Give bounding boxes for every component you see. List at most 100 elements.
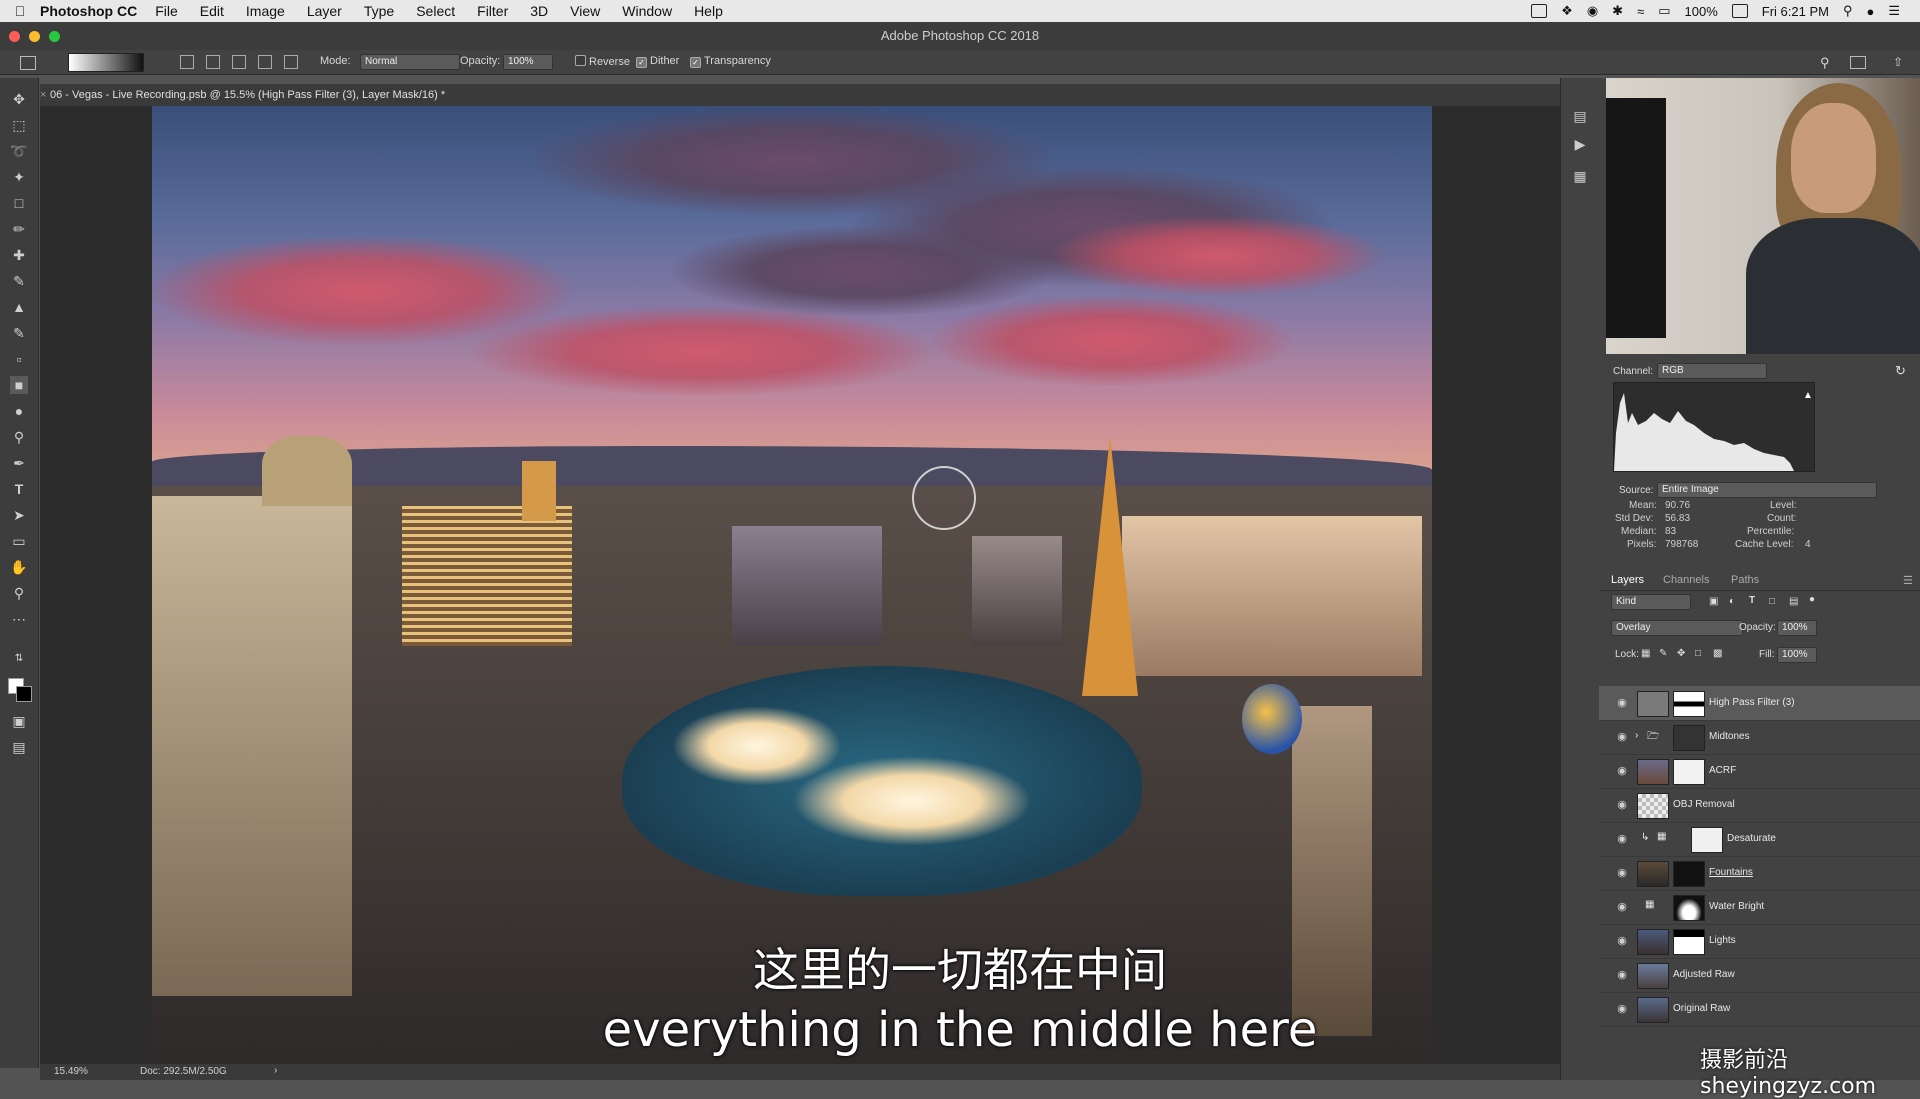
apple-menu-icon[interactable]:  <box>0 3 40 19</box>
layer-name[interactable]: Water Bright <box>1709 901 1764 912</box>
lock-position-icon[interactable]: ✥ <box>1677 648 1685 659</box>
layer-name[interactable]: Original Raw <box>1673 1003 1730 1014</box>
user-avatar-icon[interactable]: ● <box>1866 4 1874 19</box>
menu-view[interactable]: View <box>570 3 600 19</box>
refresh-histogram-icon[interactable]: ↻ <box>1895 363 1906 379</box>
quick-mask-icon[interactable]: ▣ <box>10 712 28 730</box>
layer-name[interactable]: ACRF <box>1709 765 1736 776</box>
layer-name[interactable]: OBJ Removal <box>1673 799 1735 810</box>
tab-paths[interactable]: Paths <box>1731 574 1759 586</box>
properties-panel-icon[interactable]: ▦ <box>1572 168 1588 184</box>
layer-row[interactable]: ◉ ↳ ▦ Desaturate <box>1599 822 1920 857</box>
actions-play-icon[interactable]: ▶ <box>1572 136 1588 152</box>
channel-select[interactable]: RGB <box>1657 363 1767 379</box>
visibility-eye-icon[interactable]: ◉ <box>1615 798 1629 812</box>
angle-gradient-button[interactable] <box>232 55 246 69</box>
background-color-swatch[interactable] <box>16 686 32 702</box>
menu-image[interactable]: Image <box>246 3 285 19</box>
eyedropper-tool-icon[interactable]: ✏ <box>10 220 28 238</box>
layer-name[interactable]: High Pass Filter (3) <box>1709 697 1795 708</box>
visibility-eye-icon[interactable]: ◉ <box>1615 730 1629 744</box>
swap-colors-icon[interactable]: ⇅ <box>10 650 28 668</box>
display-icon[interactable]: ▭ <box>1658 3 1670 19</box>
layer-row[interactable]: ◉ ACRF <box>1599 754 1920 789</box>
zoom-tool-icon[interactable]: ⚲ <box>10 584 28 602</box>
layer-row[interactable]: ◉ Fountains <box>1599 856 1920 891</box>
canvas-area[interactable] <box>40 106 1560 1068</box>
layer-name[interactable]: Lights <box>1709 935 1736 946</box>
menu-layer[interactable]: Layer <box>307 3 342 19</box>
type-tool-icon[interactable]: T <box>10 480 28 498</box>
menu-edit[interactable]: Edit <box>200 3 224 19</box>
layer-row[interactable]: ◉ ▦ Water Bright <box>1599 890 1920 925</box>
layer-mask-thumbnail[interactable] <box>1673 759 1705 785</box>
dither-checkbox[interactable]: ✓ <box>636 57 647 68</box>
clone-stamp-tool-icon[interactable]: ▲ <box>10 298 28 316</box>
reflected-gradient-button[interactable] <box>258 55 272 69</box>
menu-3d[interactable]: 3D <box>530 3 548 19</box>
zoom-level[interactable]: 15.49% <box>54 1066 88 1077</box>
filter-kind-select[interactable]: Kind <box>1611 594 1691 610</box>
creative-cloud-icon[interactable]: ◉ <box>1587 3 1598 19</box>
transparency-option[interactable]: ✓ Transparency <box>690 55 771 68</box>
menu-window[interactable]: Window <box>622 3 672 19</box>
layer-mask-thumbnail[interactable] <box>1673 895 1705 921</box>
visibility-eye-icon[interactable]: ◉ <box>1615 900 1629 914</box>
clock[interactable]: Fri 6:21 PM <box>1762 4 1829 19</box>
tab-layers[interactable]: Layers <box>1611 574 1644 586</box>
filter-adjustment-icon[interactable]: ◐ <box>1729 596 1735 607</box>
menu-help[interactable]: Help <box>694 3 723 19</box>
tab-channels[interactable]: Channels <box>1663 574 1709 586</box>
rectangle-tool-icon[interactable]: ▭ <box>10 532 28 550</box>
linear-gradient-button[interactable] <box>180 55 194 69</box>
filter-pixel-icon[interactable]: ▣ <box>1709 596 1718 607</box>
layer-mask-thumbnail[interactable] <box>1673 929 1705 955</box>
lasso-tool-icon[interactable]: ➰ <box>10 142 28 160</box>
layer-row[interactable]: ◉ OBJ Removal <box>1599 788 1920 823</box>
path-selection-tool-icon[interactable]: ➤ <box>10 506 28 524</box>
layer-name[interactable]: Fountains <box>1709 867 1753 878</box>
diamond-gradient-button[interactable] <box>284 55 298 69</box>
panel-menu-icon[interactable]: ☰ <box>1903 574 1913 587</box>
visibility-eye-icon[interactable]: ◉ <box>1615 832 1629 846</box>
mode-select[interactable]: Normal <box>360 54 460 70</box>
search-icon[interactable]: ⚲ <box>1820 55 1830 71</box>
fill-input[interactable]: 100% <box>1777 647 1817 663</box>
notification-center-icon[interactable]: ☰ <box>1888 3 1900 19</box>
layer-name[interactable]: Desaturate <box>1727 833 1776 844</box>
workspace-icon[interactable] <box>1850 56 1866 69</box>
clipping-warning-icon[interactable]: ▲ <box>1803 390 1813 401</box>
status-menu-arrow-icon[interactable]: › <box>274 1065 277 1076</box>
reverse-option[interactable]: Reverse <box>575 55 630 68</box>
menu-select[interactable]: Select <box>416 3 455 19</box>
blend-mode-select[interactable]: Overlay <box>1611 620 1743 636</box>
gradient-picker[interactable] <box>68 53 144 72</box>
layer-row[interactable]: ◉ Lights <box>1599 924 1920 959</box>
visibility-eye-icon[interactable]: ◉ <box>1615 764 1629 778</box>
screen-record-icon[interactable] <box>1531 4 1548 18</box>
layer-row[interactable]: ◉ High Pass Filter (3) <box>1599 686 1920 721</box>
visibility-eye-icon[interactable]: ◉ <box>1615 1002 1629 1016</box>
visibility-eye-icon[interactable]: ◉ <box>1615 968 1629 982</box>
spotlight-search-icon[interactable]: ⚲ <box>1843 3 1853 19</box>
lock-image-icon[interactable]: ✎ <box>1659 648 1667 659</box>
menu-type[interactable]: Type <box>364 3 394 19</box>
history-panel-icon[interactable]: ▤ <box>1572 108 1588 124</box>
blur-tool-icon[interactable]: ● <box>10 402 28 420</box>
lock-all-icon[interactable]: ▩ <box>1713 648 1722 659</box>
layer-name[interactable]: Adjusted Raw <box>1673 969 1735 980</box>
tool-preset-picker-icon[interactable] <box>20 56 36 70</box>
screen-mode-icon[interactable]: ▤ <box>10 738 28 756</box>
crop-tool-icon[interactable]: □ <box>10 194 28 212</box>
layer-mask-thumbnail[interactable] <box>1673 691 1705 717</box>
marquee-tool-icon[interactable]: ⬚ <box>10 116 28 134</box>
lock-artboard-icon[interactable]: □ <box>1695 648 1701 659</box>
dodge-tool-icon[interactable]: ⚲ <box>10 428 28 446</box>
bluetooth-icon[interactable]: ✱ <box>1612 3 1623 19</box>
more-tools-icon[interactable]: ⋯ <box>10 610 28 628</box>
layer-mask-thumbnail[interactable] <box>1673 861 1705 887</box>
gradient-tool-icon[interactable]: ■ <box>10 376 28 394</box>
layer-row[interactable]: ◉ Adjusted Raw <box>1599 958 1920 993</box>
history-brush-tool-icon[interactable]: ✎ <box>10 324 28 342</box>
app-menu[interactable]: Photoshop CC <box>40 3 137 19</box>
